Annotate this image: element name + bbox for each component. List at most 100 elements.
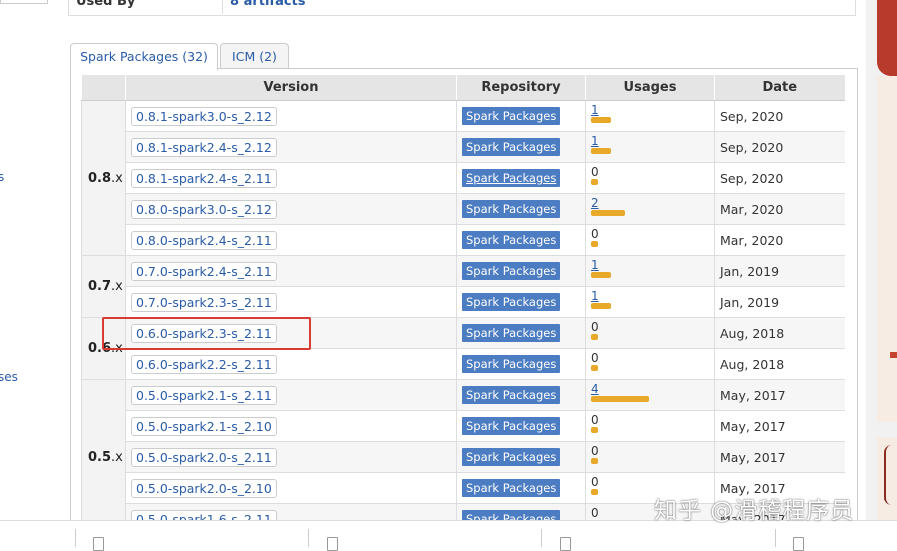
version-link[interactable]: 0.6.0-spark2.2-s_2.11	[131, 354, 277, 374]
usage-count[interactable]: 1	[591, 135, 599, 147]
usage-bar	[591, 148, 611, 154]
version-cell: 0.5.0-spark2.1-s_2.11	[125, 379, 457, 411]
version-link[interactable]: 0.5.0-spark2.0-s_2.10	[131, 478, 277, 498]
date-cell: Sep, 2020	[714, 131, 845, 163]
repository-cell: Spark Packages	[456, 410, 586, 442]
usages-cell: 0	[585, 348, 715, 380]
repository-badge[interactable]: Spark Packages	[462, 293, 561, 311]
usage-bar	[591, 365, 598, 371]
version-link[interactable]: 0.8.1-spark3.0-s_2.12	[131, 106, 277, 126]
date-cell: Sep, 2020	[714, 162, 845, 194]
highlight-box	[102, 317, 311, 350]
document-icon[interactable]	[560, 537, 571, 551]
usages-cell: 0	[585, 224, 715, 256]
divider	[308, 529, 309, 547]
usage-count: 0	[591, 475, 599, 489]
document-icon[interactable]	[327, 537, 338, 551]
repository-badge[interactable]: Spark Packages	[462, 231, 561, 249]
usage-count: 0	[591, 444, 599, 458]
header-blank	[81, 75, 126, 101]
table-row: 0.7.0-spark2.3-s_2.11 Spark Packages 1 Jan,…	[82, 286, 845, 318]
usage-bar	[591, 396, 649, 402]
usages-cell: 1	[585, 255, 715, 287]
repository-badge[interactable]: Spark Packages	[462, 448, 561, 466]
usage-indicator: 4	[591, 383, 714, 405]
usage-indicator: 0	[591, 228, 714, 250]
usage-count[interactable]: 4	[591, 383, 599, 395]
usages-cell: 0	[585, 441, 715, 473]
usage-bar	[591, 427, 598, 433]
repository-cell: Spark Packages	[456, 162, 586, 194]
divider	[222, 0, 223, 14]
repository-badge[interactable]: Spark Packages	[462, 200, 561, 218]
repository-badge[interactable]: Spark Packages	[462, 107, 561, 125]
usage-bar	[591, 272, 611, 278]
table-row: 0.8.0-spark2.4-s_2.11 Spark Packages 0 Mar,…	[82, 224, 845, 256]
repository-cell: Spark Packages	[456, 193, 586, 225]
version-link[interactable]: 0.8.0-spark2.4-s_2.11	[131, 230, 277, 250]
sidebar-link-2[interactable]: ses	[0, 370, 18, 384]
sidebar-link-1[interactable]: s	[0, 170, 4, 184]
usage-count: 0	[591, 320, 599, 334]
usage-bar	[591, 179, 598, 185]
usage-bar	[591, 241, 598, 247]
usage-count[interactable]: 2	[591, 197, 599, 209]
repository-badge[interactable]: Spark Packages	[462, 262, 561, 280]
repository-badge[interactable]: Spark Packages	[462, 138, 561, 156]
header-usages: Usages	[585, 75, 715, 101]
decorative-image	[877, 76, 897, 422]
usages-cell: 2	[585, 193, 715, 225]
date-cell: Mar, 2020	[714, 193, 845, 225]
usage-bar	[591, 117, 611, 123]
divider	[541, 529, 542, 547]
version-group-label: 0.5.x	[81, 379, 126, 534]
usage-count: 0	[591, 351, 599, 365]
repository-badge[interactable]: Spark Packages	[462, 417, 561, 435]
usage-count[interactable]: 1	[591, 104, 599, 116]
version-cell: 0.8.1-spark2.4-s_2.11	[125, 162, 457, 194]
version-link[interactable]: 0.5.0-spark2.1-s_2.10	[131, 416, 277, 436]
usage-indicator: 1	[591, 290, 714, 312]
divider	[775, 529, 776, 547]
version-cell: 0.6.0-spark2.2-s_2.11	[125, 348, 457, 380]
usages-cell: 1	[585, 100, 715, 132]
usage-indicator: 0	[591, 414, 714, 436]
document-icon[interactable]	[793, 537, 804, 551]
table-row: 0.5.0-spark2.1-s_2.10 Spark Packages 0 May,…	[82, 410, 845, 442]
usage-indicator: 1	[591, 104, 714, 126]
repository-badge[interactable]: Spark Packages	[462, 479, 561, 497]
date-cell: Aug, 2018	[714, 317, 845, 349]
group-suffix: .x	[111, 170, 123, 186]
version-cell: 0.7.0-spark2.4-s_2.11	[125, 255, 457, 287]
date-cell: Aug, 2018	[714, 348, 845, 380]
repository-badge[interactable]: Spark Packages	[462, 355, 561, 373]
usages-cell: 1	[585, 286, 715, 318]
version-link[interactable]: 0.7.0-spark2.3-s_2.11	[131, 292, 277, 312]
usage-bar	[591, 303, 611, 309]
repository-badge[interactable]: Spark Packages	[462, 386, 561, 404]
version-link[interactable]: 0.8.0-spark3.0-s_2.12	[131, 199, 277, 219]
version-link[interactable]: 0.8.1-spark2.4-s_2.12	[131, 137, 277, 157]
usage-count[interactable]: 1	[591, 290, 599, 302]
version-link[interactable]: 0.5.0-spark2.1-s_2.11	[131, 385, 277, 405]
tab-spark-packages[interactable]: Spark Packages (32)	[70, 43, 218, 70]
version-link[interactable]: 0.7.0-spark2.4-s_2.11	[131, 261, 277, 281]
version-link[interactable]: 0.5.0-spark2.0-s_2.11	[131, 447, 277, 467]
table-row: 0.7.x 0.7.0-spark2.4-s_2.11 Spark Packages…	[81, 255, 845, 318]
table-row: 0.8.1-spark2.4-s_2.12 Spark Packages 1 Sep,…	[82, 131, 845, 163]
usage-indicator: 1	[591, 135, 714, 157]
usage-count[interactable]: 1	[591, 259, 599, 271]
version-cell: 0.5.0-spark2.1-s_2.10	[125, 410, 457, 442]
group-suffix: .x	[111, 279, 123, 294]
repository-cell: Spark Packages	[456, 317, 586, 349]
usage-count: 0	[591, 227, 599, 241]
version-link[interactable]: 0.8.1-spark2.4-s_2.11	[131, 168, 277, 188]
repository-badge[interactable]: Spark Packages	[462, 169, 561, 187]
version-cell: 0.8.0-spark2.4-s_2.11	[125, 224, 457, 256]
document-icon[interactable]	[93, 537, 104, 551]
repository-cell: Spark Packages	[456, 255, 586, 287]
used-by-link[interactable]: 8 artifacts	[230, 0, 306, 9]
repository-badge[interactable]: Spark Packages	[462, 324, 561, 342]
usage-indicator: 0	[591, 445, 714, 467]
tab-icm[interactable]: ICM (2)	[220, 43, 289, 69]
